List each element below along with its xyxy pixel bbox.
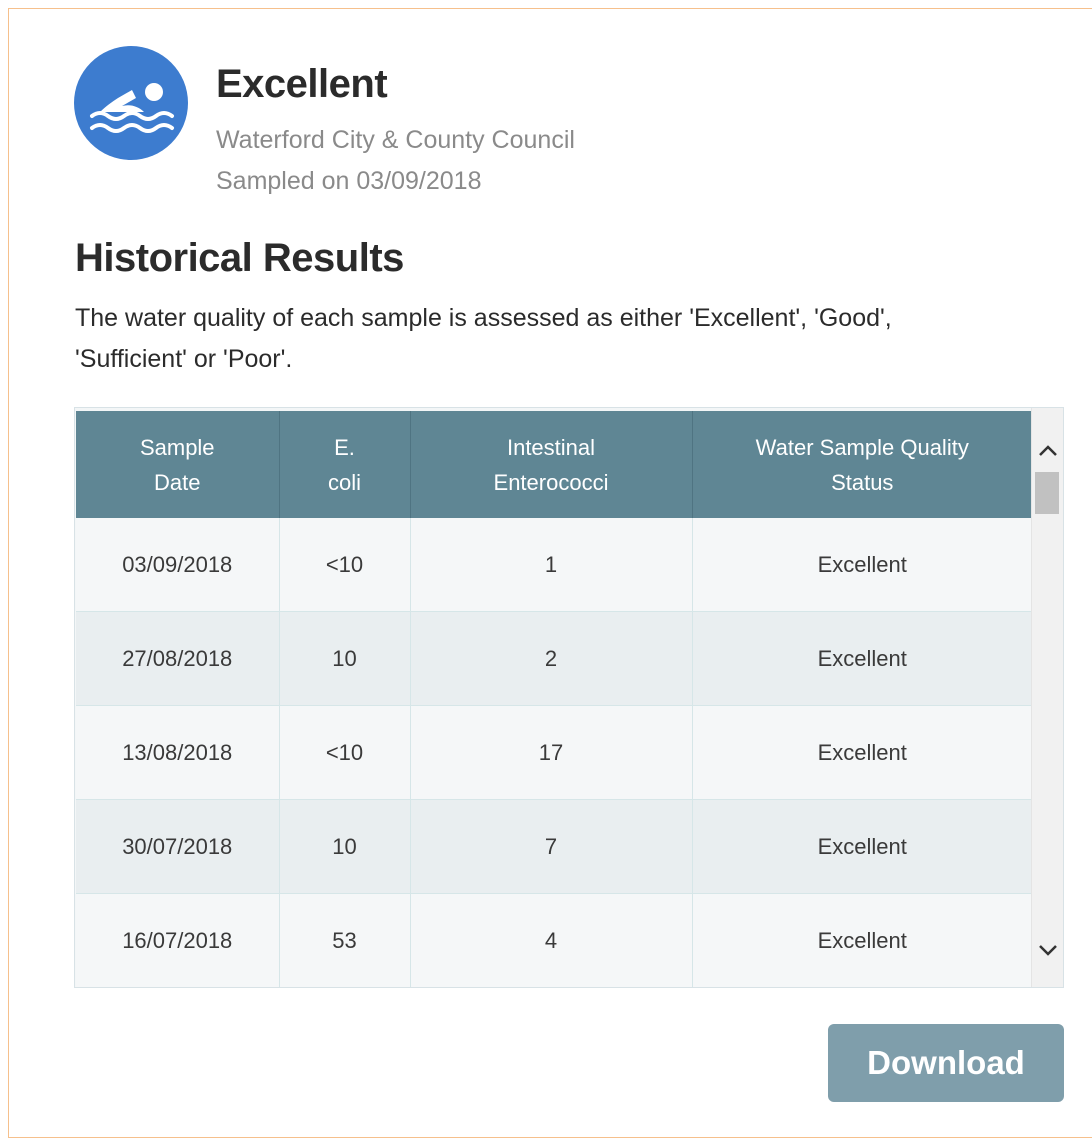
cell-sample-date: 13/08/2018 [76,705,280,800]
results-table: Sample Date E. coli Intestinal Enterococ… [76,411,1032,989]
cell-sample-date: 16/07/2018 [76,893,280,987]
download-button[interactable]: Download [828,1024,1064,1102]
cell-e-coli: 10 [279,799,411,894]
cell-quality-status: Excellent [692,518,1032,612]
scroll-up-button[interactable] [1032,436,1063,466]
cell-enterococci: 7 [410,799,693,894]
cell-quality-status: Excellent [692,611,1032,706]
scroll-down-button[interactable] [1032,935,1063,965]
table-row [76,988,1032,989]
cell-quality-status [692,988,1032,989]
scroll-thumb[interactable] [1035,472,1059,514]
cell-quality-status: Excellent [692,893,1032,987]
results-table-container[interactable]: Sample Date E. coli Intestinal Enterococ… [74,407,1064,988]
cell-quality-status: Excellent [692,705,1032,800]
cell-e-coli: 10 [279,611,411,706]
cell-enterococci [410,988,692,989]
cell-enterococci: 4 [410,893,693,987]
header-e-coli: E. coli [279,411,411,518]
council-name: Waterford City & County Council [216,126,575,154]
header-sample-date: Sample Date [76,411,280,518]
cell-e-coli [279,988,410,989]
cell-sample-date [76,988,279,989]
cell-quality-status: Excellent [692,799,1032,894]
cell-e-coli: <10 [279,518,411,612]
cell-e-coli: <10 [279,705,411,800]
cell-sample-date: 30/07/2018 [76,799,280,894]
historical-results-heading: Historical Results [75,236,404,280]
table-row: 03/09/2018 <10 1 Excellent [76,518,1032,612]
cell-sample-date: 27/08/2018 [76,611,280,706]
header-quality-status: Water Sample Quality Status [692,411,1032,518]
swimmer-icon [74,46,188,160]
cell-enterococci: 2 [410,611,693,706]
table-row: 13/08/2018 <10 17 Excellent [76,705,1032,800]
cell-enterococci: 1 [410,518,693,612]
table-row: 30/07/2018 10 7 Excellent [76,799,1032,894]
chevron-down-icon [1038,945,1057,956]
chevron-up-icon [1038,445,1057,456]
quality-status-title: Excellent [216,62,388,106]
table-scrollbar[interactable] [1031,408,1063,987]
sampled-date: Sampled on 03/09/2018 [216,167,482,195]
header-intestinal-enterococci: Intestinal Enterococci [410,411,693,518]
table-header-row: Sample Date E. coli Intestinal Enterococ… [76,411,1032,518]
table-row: 16/07/2018 53 4 Excellent [76,893,1032,987]
table-row: 27/08/2018 10 2 Excellent [76,611,1032,706]
cell-enterococci: 17 [410,705,693,800]
cell-sample-date: 03/09/2018 [76,518,280,612]
historical-results-description: The water quality of each sample is asse… [75,304,892,373]
cell-e-coli: 53 [279,893,411,987]
